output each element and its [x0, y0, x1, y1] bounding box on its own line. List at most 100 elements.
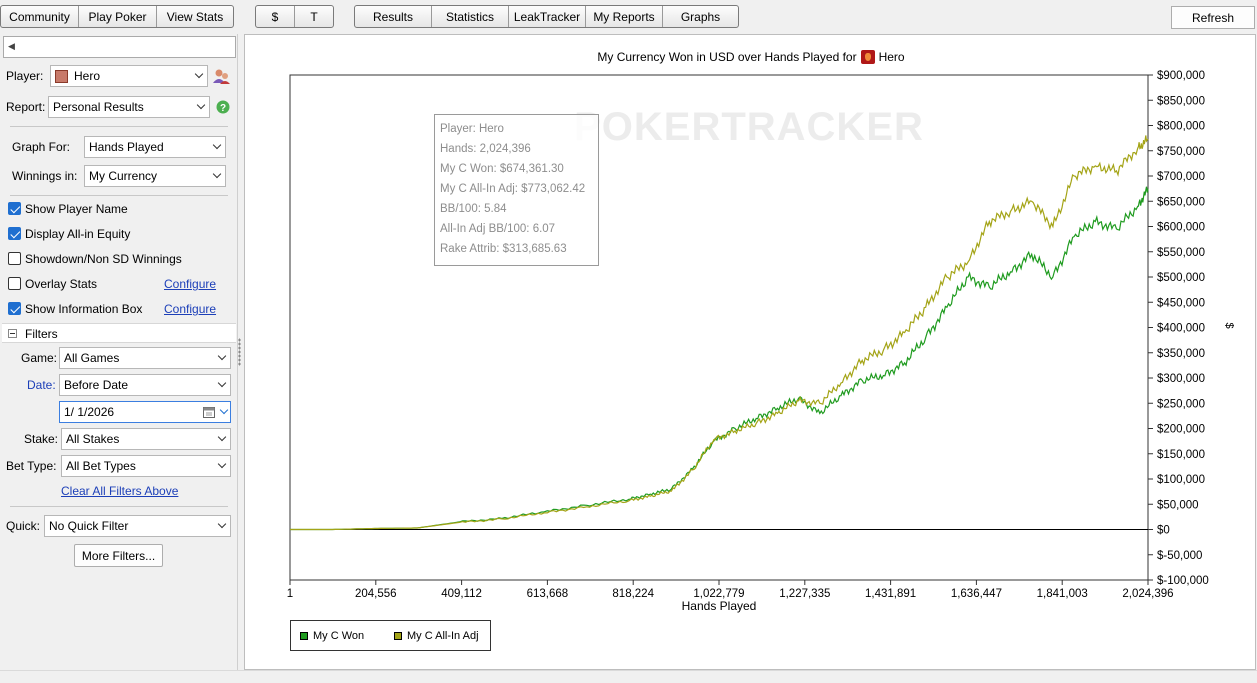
chart-title-text: My Currency Won in USD over Hands Played…: [597, 50, 857, 64]
x-tick-label: 1,841,003: [1037, 588, 1088, 600]
show-info-box-checkbox[interactable]: [8, 302, 21, 315]
y-tick-label: $350,000: [1157, 348, 1205, 360]
chevron-down-icon: [214, 375, 230, 395]
info-allin-bb100: All-In Adj BB/100: 6.07: [440, 223, 556, 235]
tournament-toggle[interactable]: T: [295, 6, 333, 27]
x-axis-label: Hands Played: [682, 599, 757, 613]
date-input[interactable]: 1/ 1/2026: [59, 401, 231, 423]
plot-frame: [289, 74, 1149, 581]
left-options-panel: ◀ Player: Hero Report: Personal Results …: [0, 34, 238, 670]
divider: [10, 195, 228, 196]
y-tick-label: $50,000: [1157, 499, 1199, 511]
series-line-my-c-allin-adj: [290, 135, 1149, 531]
x-tick-label: 2,024,396: [1122, 588, 1173, 600]
player-icon: [860, 50, 875, 64]
date-label[interactable]: Date:: [27, 378, 56, 392]
showdown-winnings-checkbox[interactable]: [8, 252, 21, 265]
tab-leaktracker[interactable]: LeakTracker: [509, 6, 586, 27]
player-manager-icon[interactable]: [212, 67, 230, 85]
graph-for-select[interactable]: Hands Played: [84, 136, 226, 158]
y-tick-label: $450,000: [1157, 297, 1205, 309]
display-allin-equity-label: Display All-in Equity: [25, 227, 131, 241]
info-bb100: BB/100: 5.84: [440, 203, 507, 215]
bet-type-label: Bet Type:: [6, 459, 57, 473]
legend-swatch-won: [300, 632, 308, 640]
info-player: Player: Hero: [440, 123, 504, 135]
tab-play-poker[interactable]: Play Poker: [79, 6, 157, 27]
search-input[interactable]: ◀: [3, 36, 236, 58]
y-tick-label: $100,000: [1157, 474, 1205, 486]
info-won: My C Won: $674,361.30: [440, 163, 564, 175]
game-value: All Games: [64, 351, 120, 365]
display-allin-equity-checkbox[interactable]: [8, 227, 21, 240]
y-tick-label: $650,000: [1157, 196, 1205, 208]
filters-header[interactable]: Filters: [2, 323, 236, 343]
more-filters-button[interactable]: More Filters...: [74, 544, 163, 567]
x-tick-label: 613,668: [527, 588, 569, 600]
y-tick-label: $300,000: [1157, 373, 1205, 385]
splitter-handle[interactable]: [238, 338, 241, 366]
stake-value: All Stakes: [66, 432, 120, 446]
collapse-arrow-icon[interactable]: ◀: [8, 41, 15, 52]
chevron-down-icon: [214, 516, 230, 536]
y-tick-label: $-50,000: [1157, 550, 1202, 562]
divider: [10, 126, 228, 127]
tab-statistics[interactable]: Statistics: [432, 6, 509, 27]
configure-overlay-link[interactable]: Configure: [164, 277, 216, 291]
y-tick-label: $400,000: [1157, 323, 1205, 335]
tab-view-stats[interactable]: View Stats: [157, 6, 233, 27]
game-label: Game:: [21, 351, 58, 365]
chevron-down-icon: [191, 66, 207, 86]
game-select[interactable]: All Games: [59, 347, 231, 369]
stake-label: Stake:: [24, 432, 59, 446]
bet-type-select[interactable]: All Bet Types: [61, 455, 231, 477]
show-player-name-label: Show Player Name: [25, 202, 128, 216]
status-bar: [0, 670, 1257, 683]
y-tick-label: $550,000: [1157, 247, 1205, 259]
svg-text:?: ?: [220, 103, 226, 114]
chevron-down-icon: [218, 402, 230, 422]
tab-my-reports[interactable]: My Reports: [586, 6, 663, 27]
chart-title: My Currency Won in USD over Hands Played…: [245, 50, 1257, 64]
tab-graphs[interactable]: Graphs: [663, 6, 738, 27]
date-mode-select[interactable]: Before Date: [59, 374, 231, 396]
clear-filters-link[interactable]: Clear All Filters Above: [61, 484, 178, 498]
chevron-down-icon: [214, 429, 230, 449]
configure-info-box-link[interactable]: Configure: [164, 302, 216, 316]
graph-panel: POKERTRACKER $900,000 $850,000 $800,000 $750…: [244, 34, 1256, 670]
filters-title: Filters: [25, 327, 58, 341]
winnings-in-label: Winnings in:: [12, 169, 78, 183]
y-tick-label: $750,000: [1157, 146, 1205, 158]
game-type-toggle: $ T: [255, 5, 334, 28]
player-label: Player:: [6, 69, 44, 83]
info-allin-adj: My C All-In Adj: $773,062.42: [440, 183, 586, 195]
calendar-icon[interactable]: [203, 406, 216, 418]
divider: [10, 506, 228, 507]
y-tick-label: $600,000: [1157, 222, 1205, 234]
stake-select[interactable]: All Stakes: [61, 428, 231, 450]
y-tick-label: $900,000: [1157, 70, 1205, 82]
report-value: Personal Results: [53, 100, 144, 114]
winnings-in-select[interactable]: My Currency: [84, 165, 226, 187]
y-tick-label: $150,000: [1157, 449, 1205, 461]
overlay-stats-checkbox[interactable]: [8, 277, 21, 290]
watermark-text: POKERTRACKER: [574, 105, 924, 149]
show-player-name-checkbox[interactable]: [8, 202, 21, 215]
cash-toggle[interactable]: $: [256, 6, 295, 27]
help-icon[interactable]: ?: [216, 100, 230, 114]
showdown-winnings-label: Showdown/Non SD Winnings: [25, 252, 182, 266]
chevron-down-icon: [214, 456, 230, 476]
report-label: Report:: [6, 100, 46, 114]
tab-results[interactable]: Results: [355, 6, 432, 27]
tab-community[interactable]: Community: [1, 6, 79, 27]
collapse-icon[interactable]: [8, 329, 17, 338]
report-select[interactable]: Personal Results: [48, 96, 210, 118]
top-toolbar: Community Play Poker View Stats $ T Resu…: [0, 0, 1257, 34]
quick-filter-select[interactable]: No Quick Filter: [44, 515, 231, 537]
player-select[interactable]: Hero: [50, 65, 208, 87]
x-tick-label: 204,556: [355, 588, 397, 600]
info-hands: Hands: 2,024,396: [440, 143, 531, 155]
x-tick-label: 1,431,891: [865, 588, 916, 600]
refresh-button[interactable]: Refresh: [1171, 6, 1255, 29]
bet-type-value: All Bet Types: [66, 459, 136, 473]
